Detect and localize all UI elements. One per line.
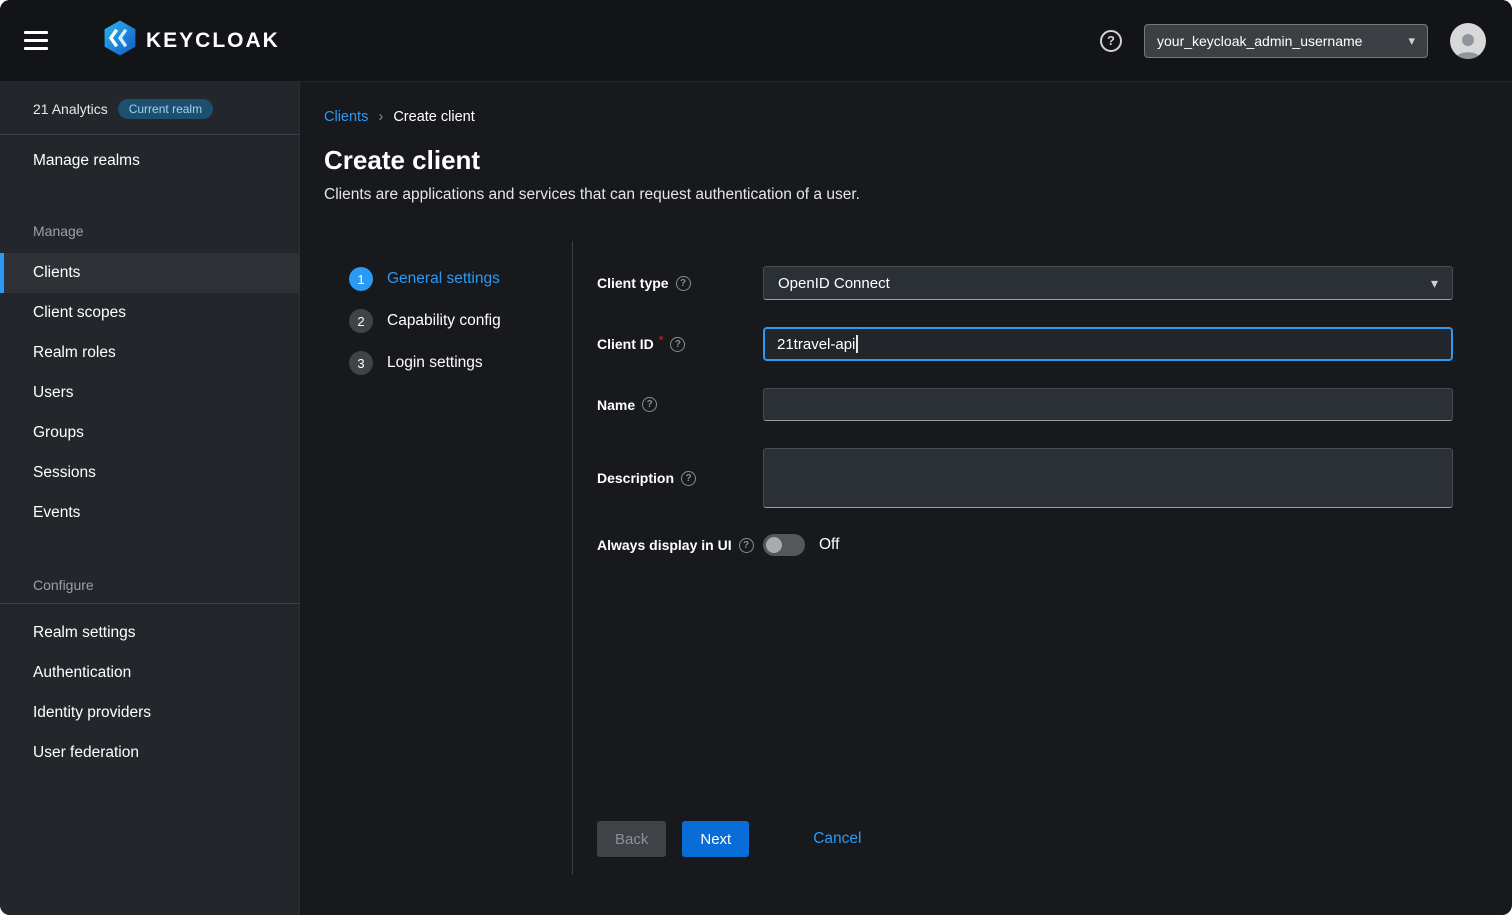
sidebar: 21 Analytics Current realm Manage realms… xyxy=(0,82,300,915)
sidebar-item-manage-realms[interactable]: Manage realms xyxy=(0,139,299,183)
step-number-badge: 1 xyxy=(349,267,373,291)
nav-group-manage-label: Manage xyxy=(0,183,299,253)
client-id-label: Client ID * ? xyxy=(597,336,763,352)
client-type-help-icon[interactable]: ? xyxy=(676,276,691,291)
sidebar-item-realm-settings[interactable]: Realm settings xyxy=(0,613,299,653)
create-client-wizard: 1 General settings 2 Capability config 3… xyxy=(324,241,1512,875)
always-display-toggle[interactable] xyxy=(763,534,805,556)
sidebar-item-authentication[interactable]: Authentication xyxy=(0,653,299,693)
sidebar-item-clients[interactable]: Clients xyxy=(0,253,299,293)
name-input[interactable] xyxy=(763,388,1453,421)
user-avatar[interactable] xyxy=(1450,23,1486,59)
client-id-row: Client ID * ? 21travel-api xyxy=(597,327,1453,361)
sidebar-item-realm-roles[interactable]: Realm roles xyxy=(0,333,299,373)
always-display-label: Always display in UI ? xyxy=(597,537,763,553)
next-button[interactable]: Next xyxy=(682,821,749,857)
client-type-selected-value: OpenID Connect xyxy=(778,275,890,292)
configure-items: Realm settings Authentication Identity p… xyxy=(0,613,299,773)
caret-down-icon: ▾ xyxy=(1431,275,1438,292)
sidebar-item-client-scopes[interactable]: Client scopes xyxy=(0,293,299,333)
breadcrumb: Clients › Create client xyxy=(324,108,1512,125)
masthead-right: ? your_keycloak_admin_username ▾ xyxy=(1100,23,1486,59)
cancel-link[interactable]: Cancel xyxy=(813,830,861,848)
breadcrumb-link-clients[interactable]: Clients xyxy=(324,109,368,125)
wizard-steps: 1 General settings 2 Capability config 3… xyxy=(324,241,573,875)
name-row: Name ? xyxy=(597,388,1453,421)
text-cursor xyxy=(856,335,858,353)
sidebar-item-events[interactable]: Events xyxy=(0,493,299,533)
wizard-step-login-settings[interactable]: 3 Login settings xyxy=(349,351,572,375)
always-display-row: Always display in UI ? Off xyxy=(597,534,1453,556)
client-type-row: Client type ? OpenID Connect ▾ xyxy=(597,266,1453,300)
sidebar-item-identity-providers[interactable]: Identity providers xyxy=(0,693,299,733)
description-textarea[interactable] xyxy=(763,448,1453,508)
realm-name: 21 Analytics xyxy=(33,101,108,117)
name-help-icon[interactable]: ? xyxy=(642,397,657,412)
username-dropdown[interactable]: your_keycloak_admin_username ▾ xyxy=(1144,24,1428,58)
chevron-right-icon: › xyxy=(378,108,383,125)
toggle-knob xyxy=(766,537,782,553)
client-type-label: Client type ? xyxy=(597,275,763,291)
always-display-help-icon[interactable]: ? xyxy=(739,538,754,553)
logo-text: KEYCLOAK xyxy=(146,29,280,53)
current-realm-badge: Current realm xyxy=(118,99,213,119)
keycloak-logo-icon xyxy=(100,18,140,63)
form-spacer xyxy=(597,583,1453,821)
description-row: Description ? xyxy=(597,448,1453,508)
sidebar-item-users[interactable]: Users xyxy=(0,373,299,413)
wizard-step-capability-config[interactable]: 2 Capability config xyxy=(349,309,572,333)
client-id-value: 21travel-api xyxy=(777,336,855,353)
toggle-state-label: Off xyxy=(819,536,839,554)
step-number-badge: 2 xyxy=(349,309,373,333)
nav-toggle-hamburger-icon[interactable] xyxy=(24,21,64,61)
sidebar-item-groups[interactable]: Groups xyxy=(0,413,299,453)
description-label: Description ? xyxy=(597,470,763,486)
client-id-input[interactable]: 21travel-api xyxy=(763,327,1453,361)
back-button[interactable]: Back xyxy=(597,821,666,857)
nav-group-configure-label: Configure xyxy=(0,533,299,603)
description-help-icon[interactable]: ? xyxy=(681,471,696,486)
always-display-toggle-cell: Off xyxy=(763,534,1453,556)
breadcrumb-current: Create client xyxy=(393,109,474,125)
required-asterisk: * xyxy=(659,333,664,347)
caret-down-icon: ▾ xyxy=(1408,33,1415,49)
step-number-badge: 3 xyxy=(349,351,373,375)
page-subtitle: Clients are applications and services th… xyxy=(324,186,1512,204)
sidebar-item-sessions[interactable]: Sessions xyxy=(0,453,299,493)
name-label: Name ? xyxy=(597,397,763,413)
wizard-footer: Back Next Cancel xyxy=(597,821,1453,857)
username-label: your_keycloak_admin_username xyxy=(1157,33,1362,49)
sidebar-divider xyxy=(0,603,299,604)
client-type-select[interactable]: OpenID Connect ▾ xyxy=(763,266,1453,300)
help-icon[interactable]: ? xyxy=(1100,30,1122,52)
client-id-help-icon[interactable]: ? xyxy=(670,337,685,352)
masthead: KEYCLOAK ? your_keycloak_admin_username … xyxy=(0,0,1512,82)
realm-indicator: 21 Analytics Current realm xyxy=(0,82,299,134)
page-title: Create client xyxy=(324,145,1512,176)
keycloak-logo: KEYCLOAK xyxy=(100,18,280,63)
keycloak-admin-console: KEYCLOAK ? your_keycloak_admin_username … xyxy=(0,0,1512,915)
wizard-step-general-settings[interactable]: 1 General settings xyxy=(349,267,572,291)
sidebar-divider xyxy=(0,134,299,135)
general-settings-form: Client type ? OpenID Connect ▾ Client ID… xyxy=(573,241,1512,875)
sidebar-item-user-federation[interactable]: User federation xyxy=(0,733,299,773)
main-content: Clients › Create client Create client Cl… xyxy=(300,82,1512,915)
